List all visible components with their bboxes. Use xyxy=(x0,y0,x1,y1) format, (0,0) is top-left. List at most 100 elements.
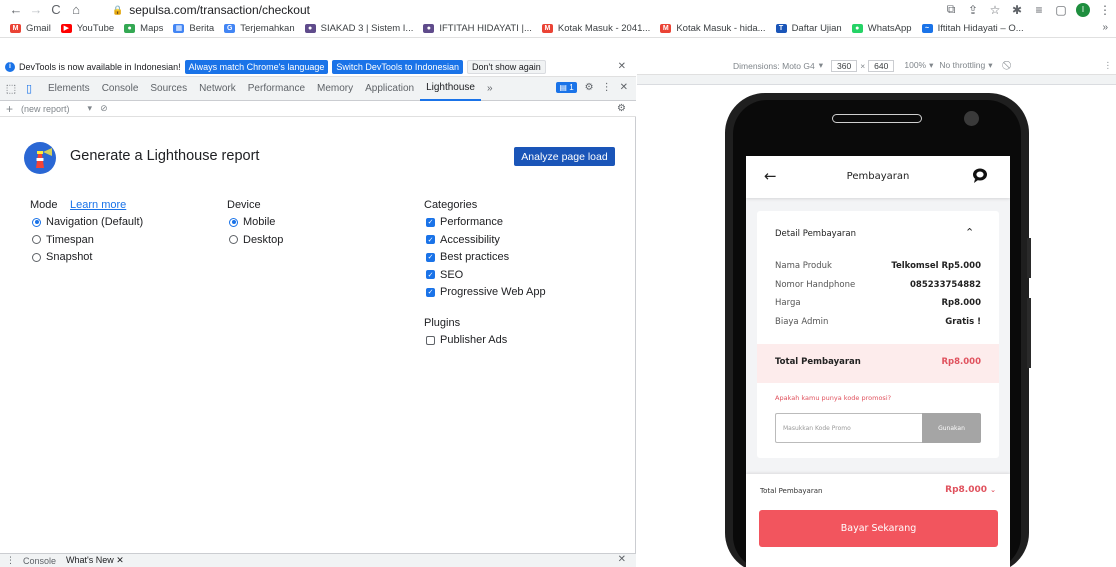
device-option[interactable]: Mobile xyxy=(229,216,275,228)
category-option[interactable]: ✓ Progressive Web App xyxy=(426,286,546,298)
inspect-element-icon[interactable]: ⬚ xyxy=(4,82,18,95)
star-icon[interactable]: ☆ xyxy=(984,3,1006,17)
bookmark-item[interactable]: ● WhatsApp xyxy=(851,23,912,34)
throttling-select[interactable]: No throttling ▾ xyxy=(939,60,992,71)
tab-console[interactable]: Console xyxy=(96,77,145,101)
category-checkbox[interactable]: ✓ xyxy=(426,270,435,279)
more-tabs-icon[interactable]: » xyxy=(481,77,499,101)
dont-show-again-button[interactable]: Don't show again xyxy=(466,59,546,74)
lock-icon[interactable]: 🔒 xyxy=(112,5,123,16)
promo-code-input[interactable]: Masukkan Kode Promo xyxy=(775,413,922,443)
bookmark-item[interactable]: G Terjemahkan xyxy=(224,23,295,34)
close-drawer-icon[interactable]: ✕ xyxy=(618,554,626,565)
clear-icon[interactable]: ⊘ xyxy=(100,103,108,114)
bookmark-item[interactable]: ▶ YouTube xyxy=(60,23,114,34)
bookmark-item[interactable]: ● Maps xyxy=(124,23,163,34)
more-options-icon[interactable]: ⋮ xyxy=(602,82,612,93)
bookmark-item[interactable]: T Daftar Ujian xyxy=(775,23,842,34)
forward-icon[interactable]: → xyxy=(26,0,46,19)
bookmark-label: Kotak Masuk - hida... xyxy=(676,22,766,34)
reading-list-icon[interactable]: ≡ xyxy=(1028,3,1050,17)
mode-option[interactable]: Snapshot xyxy=(32,251,92,263)
plugin-option[interactable]: Publisher Ads xyxy=(426,334,507,346)
device-more-icon[interactable]: ⋮ xyxy=(1104,60,1113,71)
share-icon[interactable]: ⇪ xyxy=(962,3,984,17)
bookmark-item[interactable]: M Gmail xyxy=(10,23,51,34)
category-option[interactable]: ✓ Accessibility xyxy=(426,234,500,246)
device-radio[interactable] xyxy=(229,217,238,227)
device-select[interactable]: Dimensions: Moto G4 ▾ xyxy=(733,60,823,71)
report-select[interactable]: (new report) ▾ xyxy=(21,103,92,114)
drawer-tab-console[interactable]: Console xyxy=(23,556,56,566)
plugin-checkbox[interactable] xyxy=(426,335,435,345)
checkout-bottom-panel: Total Pembayaran Rp8.000 ⌄ Bayar Sekaran… xyxy=(746,474,1010,567)
category-checkbox[interactable]: ✓ xyxy=(426,287,435,297)
bookmark-item[interactable]: M Kotak Masuk - hida... xyxy=(660,22,766,34)
tab-elements[interactable]: Elements xyxy=(42,77,96,101)
profile-avatar[interactable]: I xyxy=(1076,2,1090,17)
close-tab-icon[interactable]: ✕ xyxy=(116,555,124,565)
category-label: Progressive Web App xyxy=(440,286,546,298)
tab-network[interactable]: Network xyxy=(193,77,242,101)
height-input[interactable]: 640 xyxy=(868,59,895,72)
promo-question-link[interactable]: Apakah kamu punya kode promosi? xyxy=(775,394,891,402)
category-checkbox[interactable]: ✓ xyxy=(426,252,435,262)
bookmark-item[interactable]: ~ Iftitah Hidayati – O... xyxy=(921,23,1024,34)
settings-icon[interactable]: ⚙ xyxy=(585,82,594,93)
apply-promo-button[interactable]: Gunakan xyxy=(922,413,981,443)
new-report-icon[interactable]: + xyxy=(6,102,13,116)
device-toggle-icon[interactable]: ▯ xyxy=(22,82,36,95)
lighthouse-settings-icon[interactable]: ⚙ xyxy=(617,103,626,114)
bookmark-item[interactable]: M Kotak Masuk - 2041... xyxy=(541,23,650,34)
url-text[interactable]: sepulsa.com/transaction/checkout xyxy=(129,3,310,17)
category-option[interactable]: ✓ SEO xyxy=(426,269,463,281)
tab-application[interactable]: Application xyxy=(359,77,420,101)
category-label: SEO xyxy=(440,268,464,281)
category-checkbox[interactable]: ✓ xyxy=(426,217,435,227)
bookmark-item[interactable]: ▦ Berita xyxy=(173,23,214,34)
plugins-title: Plugins xyxy=(424,317,461,329)
mode-radio[interactable] xyxy=(32,217,41,227)
drawer-menu-icon[interactable]: ⋮ xyxy=(6,555,15,566)
drawer-tab-whats-new[interactable]: What's New ✕ xyxy=(66,555,124,566)
mode-radio[interactable] xyxy=(32,252,41,262)
side-panel-icon[interactable]: ▢ xyxy=(1050,3,1072,17)
switch-to-indonesian-button[interactable]: Switch DevTools to Indonesian xyxy=(332,59,463,74)
home-icon[interactable]: ⌂ xyxy=(66,0,86,19)
mode-radio[interactable] xyxy=(32,235,41,244)
bookmark-item[interactable]: ● IFTITAH HIDAYATI |... xyxy=(423,23,532,34)
tab-sources[interactable]: Sources xyxy=(144,77,193,101)
tab-memory[interactable]: Memory xyxy=(311,77,359,101)
app-header: ← Pembayaran xyxy=(746,156,1010,198)
category-checkbox[interactable]: ✓ xyxy=(426,235,435,244)
app-screen: ← Pembayaran Detail Pembayaran ⌃ Nama Pr… xyxy=(746,156,1010,567)
zoom-select[interactable]: 100% ▾ xyxy=(904,60,933,71)
mode-option[interactable]: Timespan xyxy=(32,234,94,246)
translate-icon[interactable]: ⧉ xyxy=(940,2,962,17)
reload-icon[interactable]: C xyxy=(46,0,66,19)
bottom-total-value[interactable]: Rp8.000 ⌄ xyxy=(945,485,996,495)
tab-performance[interactable]: Performance xyxy=(242,77,311,101)
issues-badge[interactable]: ▤ 1 xyxy=(556,82,577,93)
extensions-icon[interactable]: ✱ xyxy=(1006,3,1028,17)
device-radio[interactable] xyxy=(229,235,238,244)
address-bar[interactable]: 🔒 sepulsa.com/transaction/checkout xyxy=(112,2,932,18)
bookmark-item[interactable]: ● SIAKAD 3 | Sistem I... xyxy=(304,23,413,34)
device-option[interactable]: Desktop xyxy=(229,234,283,246)
pay-now-button[interactable]: Bayar Sekarang xyxy=(759,510,998,547)
back-icon[interactable]: ← xyxy=(6,0,26,19)
learn-more-link[interactable]: Learn more xyxy=(70,199,126,211)
menu-icon[interactable]: ⋮ xyxy=(1094,3,1116,17)
mode-option[interactable]: Navigation (Default) xyxy=(32,216,143,228)
close-devtools-icon[interactable]: ✕ xyxy=(620,82,628,93)
close-icon[interactable]: ✕ xyxy=(618,61,626,72)
bookmarks-more-icon[interactable]: » xyxy=(1102,22,1108,33)
chevron-up-icon[interactable]: ⌃ xyxy=(965,226,974,239)
category-option[interactable]: ✓ Best practices xyxy=(426,251,509,263)
tab-lighthouse[interactable]: Lighthouse xyxy=(420,77,481,101)
width-input[interactable]: 360 xyxy=(831,59,858,72)
chat-icon[interactable] xyxy=(972,167,988,183)
category-option[interactable]: ✓ Performance xyxy=(426,216,503,228)
always-match-language-button[interactable]: Always match Chrome's language xyxy=(184,59,329,74)
analyze-page-load-button[interactable]: Analyze page load xyxy=(514,147,615,166)
